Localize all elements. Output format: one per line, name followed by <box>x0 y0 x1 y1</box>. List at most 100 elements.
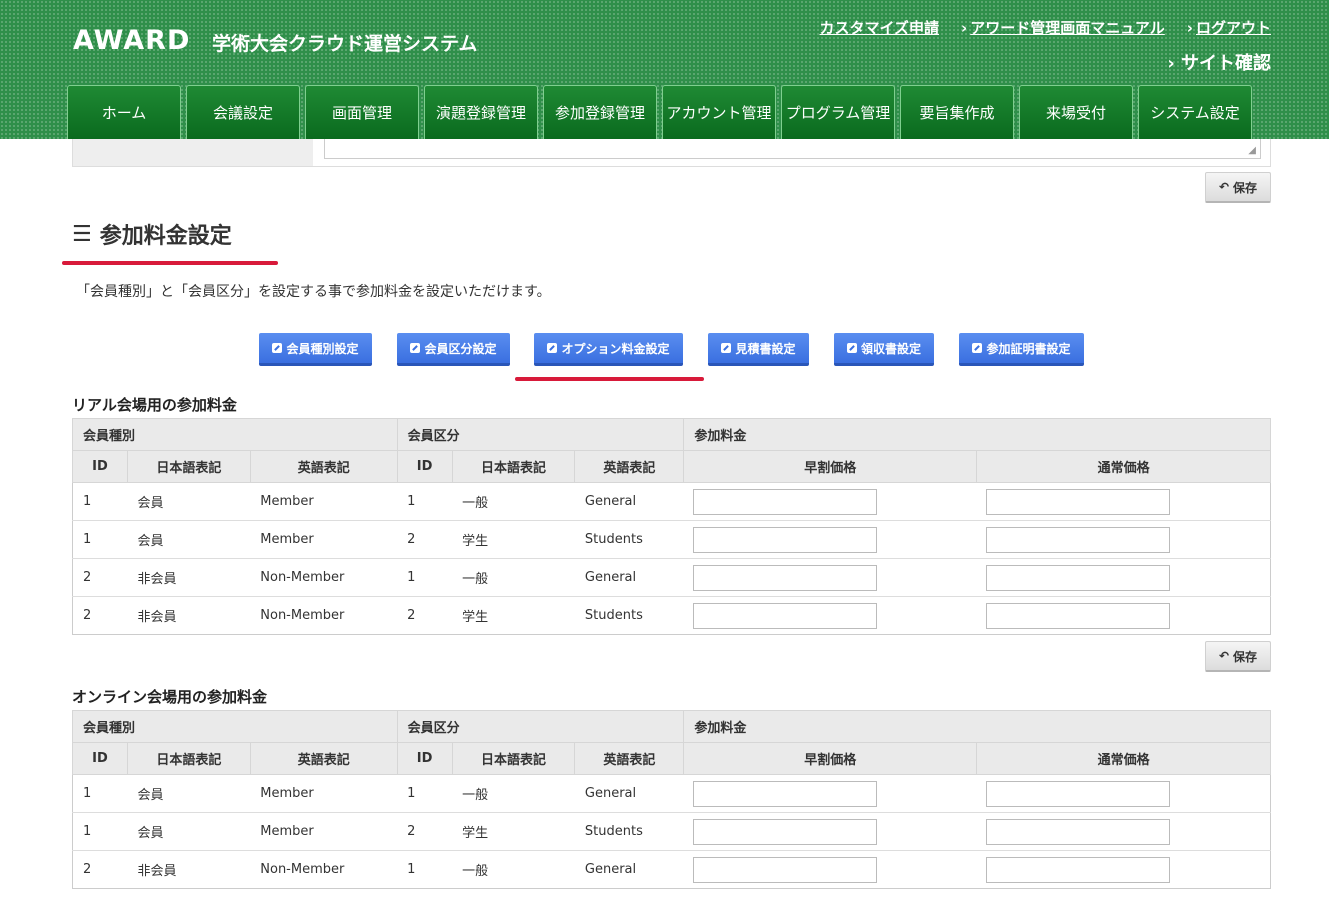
col-header-cat-en: 英語表記 <box>574 450 685 483</box>
page-description: 「会員種別」と「会員区分」を設定する事で参加料金を設定いただけます。 <box>76 284 551 300</box>
nav-tab-home[interactable]: ホーム <box>67 85 181 139</box>
app-title: 学術大会クラウド運営システム <box>212 33 478 55</box>
col-header-type-en: 英語表記 <box>249 450 398 483</box>
regular-price-input[interactable] <box>985 602 1170 629</box>
member-type-settings-button[interactable]: 会員種別設定 <box>259 333 372 366</box>
group-header-member-type: 会員種別 <box>72 710 398 743</box>
cat-id-cell: 2 <box>397 520 453 559</box>
early-price-input[interactable] <box>692 818 877 845</box>
type-id-cell: 2 <box>72 596 128 635</box>
save-button-top[interactable]: ↶ 保存 <box>1205 172 1271 203</box>
cat-en-cell: General <box>574 850 684 889</box>
early-price-input[interactable] <box>692 602 877 629</box>
type-en-cell: Non-Member <box>250 850 398 889</box>
award-logo[interactable]: AWARD <box>73 25 190 56</box>
real-fee-table: 会員種別 会員区分 参加料金 ID 日本語表記 英語表記 ID 日本語表記 英語… <box>72 418 1271 635</box>
regular-price-input[interactable] <box>985 818 1170 845</box>
save-button-bottom[interactable]: ↶ 保存 <box>1205 641 1271 672</box>
table-row: 2 非会員 Non-Member 2 学生 Students <box>72 596 1271 635</box>
type-en-cell: Non-Member <box>250 558 398 597</box>
chevron-right-icon: › <box>1167 53 1181 74</box>
list-icon: ☰ <box>72 221 92 247</box>
cat-en-cell: Students <box>574 812 684 851</box>
textarea-field[interactable]: ◢ <box>324 139 1261 159</box>
cat-id-cell: 1 <box>397 558 453 597</box>
cat-ja-cell: 一般 <box>452 558 575 597</box>
logout-link[interactable]: › ログアウト <box>1187 17 1271 38</box>
cat-en-cell: General <box>574 558 684 597</box>
regular-price-input[interactable] <box>985 526 1170 553</box>
chevron-right-icon: › <box>1186 19 1193 37</box>
early-price-input[interactable] <box>692 780 877 807</box>
regular-price-input[interactable] <box>985 856 1170 883</box>
form-label-cell <box>73 139 313 166</box>
nav-tab-system-settings[interactable]: システム設定 <box>1138 85 1252 139</box>
type-ja-cell: 非会員 <box>127 596 251 635</box>
receipt-settings-button[interactable]: 領収書設定 <box>834 333 934 366</box>
customize-request-link[interactable]: カスタマイズ申請 <box>819 17 939 38</box>
group-header-member-category: 会員区分 <box>396 418 685 451</box>
col-header-early-price: 早割価格 <box>683 742 978 775</box>
table-row: 1 会員 Member 2 学生 Students <box>72 520 1271 559</box>
nav-tab-abstract-book[interactable]: 要旨集作成 <box>900 85 1014 139</box>
chevron-right-icon: › <box>961 19 968 37</box>
online-fee-table: 会員種別 会員区分 参加料金 ID 日本語表記 英語表記 ID 日本語表記 英語… <box>72 710 1271 889</box>
group-header-fee: 参加料金 <box>683 710 1271 743</box>
edit-icon <box>972 343 983 353</box>
real-section-title: リアル会場用の参加料金 <box>72 396 237 414</box>
resize-grip-icon[interactable]: ◢ <box>1248 145 1256 156</box>
table-row: 1 会員 Member 2 学生 Students <box>72 812 1271 851</box>
edit-icon <box>410 343 421 353</box>
type-ja-cell: 会員 <box>127 520 251 559</box>
manual-link[interactable]: › アワード管理画面マニュアル <box>961 17 1165 38</box>
regular-price-input[interactable] <box>985 488 1170 515</box>
nav-tab-account-management[interactable]: アカウント管理 <box>662 85 776 139</box>
option-fee-settings-button[interactable]: オプション料金設定 <box>534 333 683 366</box>
early-price-input[interactable] <box>692 856 877 883</box>
cat-id-cell: 1 <box>397 850 453 889</box>
early-price-input[interactable] <box>692 526 877 553</box>
title-underline <box>62 261 278 265</box>
edit-icon <box>547 343 558 353</box>
regular-price-input[interactable] <box>985 780 1170 807</box>
option-fee-underline <box>515 377 704 381</box>
member-category-settings-button[interactable]: 会員区分設定 <box>397 333 510 366</box>
type-id-cell: 1 <box>72 774 128 813</box>
cat-ja-cell: 一般 <box>452 850 575 889</box>
table-row: 2 非会員 Non-Member 1 一般 General <box>72 558 1271 597</box>
estimate-settings-button[interactable]: 見積書設定 <box>708 333 809 366</box>
nav-tab-abstract-registration[interactable]: 演題登録管理 <box>424 85 538 139</box>
edit-icon <box>846 343 857 353</box>
group-header-member-category: 会員区分 <box>396 710 685 743</box>
col-header-cat-ja: 日本語表記 <box>451 450 576 483</box>
edit-icon <box>272 343 283 353</box>
certificate-settings-button[interactable]: 参加証明書設定 <box>959 333 1084 366</box>
cat-id-cell: 1 <box>397 482 453 521</box>
main-nav: ホーム 会議設定 画面管理 演題登録管理 参加登録管理 アカウント管理 プログラ… <box>67 85 1252 139</box>
cat-ja-cell: 一般 <box>452 774 575 813</box>
early-price-input[interactable] <box>692 488 877 515</box>
regular-price-input[interactable] <box>985 564 1170 591</box>
type-id-cell: 1 <box>72 482 128 521</box>
col-header-type-ja: 日本語表記 <box>126 450 251 483</box>
type-ja-cell: 会員 <box>127 812 251 851</box>
site-check-link[interactable]: › サイト確認 <box>1167 49 1271 75</box>
cat-ja-cell: 学生 <box>452 596 575 635</box>
nav-tab-participant-registration[interactable]: 参加登録管理 <box>543 85 657 139</box>
type-ja-cell: 会員 <box>127 774 251 813</box>
nav-tab-reception[interactable]: 来場受付 <box>1019 85 1133 139</box>
nav-tab-conference-settings[interactable]: 会議設定 <box>186 85 300 139</box>
type-id-cell: 1 <box>72 812 128 851</box>
col-header-type-id: ID <box>72 450 128 483</box>
type-en-cell: Non-Member <box>250 596 398 635</box>
group-header-member-type: 会員種別 <box>72 418 398 451</box>
type-en-cell: Member <box>250 482 398 521</box>
nav-tab-program-management[interactable]: プログラム管理 <box>781 85 895 139</box>
col-header-regular-price: 通常価格 <box>976 742 1271 775</box>
online-section-title: オンライン会場用の参加料金 <box>72 688 268 706</box>
settings-subnav: 会員種別設定 会員区分設定 オプション料金設定 見積書設定 領収書設定 参加証明… <box>0 333 1329 367</box>
col-header-type-ja: 日本語表記 <box>126 742 251 775</box>
early-price-input[interactable] <box>692 564 877 591</box>
type-id-cell: 1 <box>72 520 128 559</box>
nav-tab-screen-management[interactable]: 画面管理 <box>305 85 419 139</box>
